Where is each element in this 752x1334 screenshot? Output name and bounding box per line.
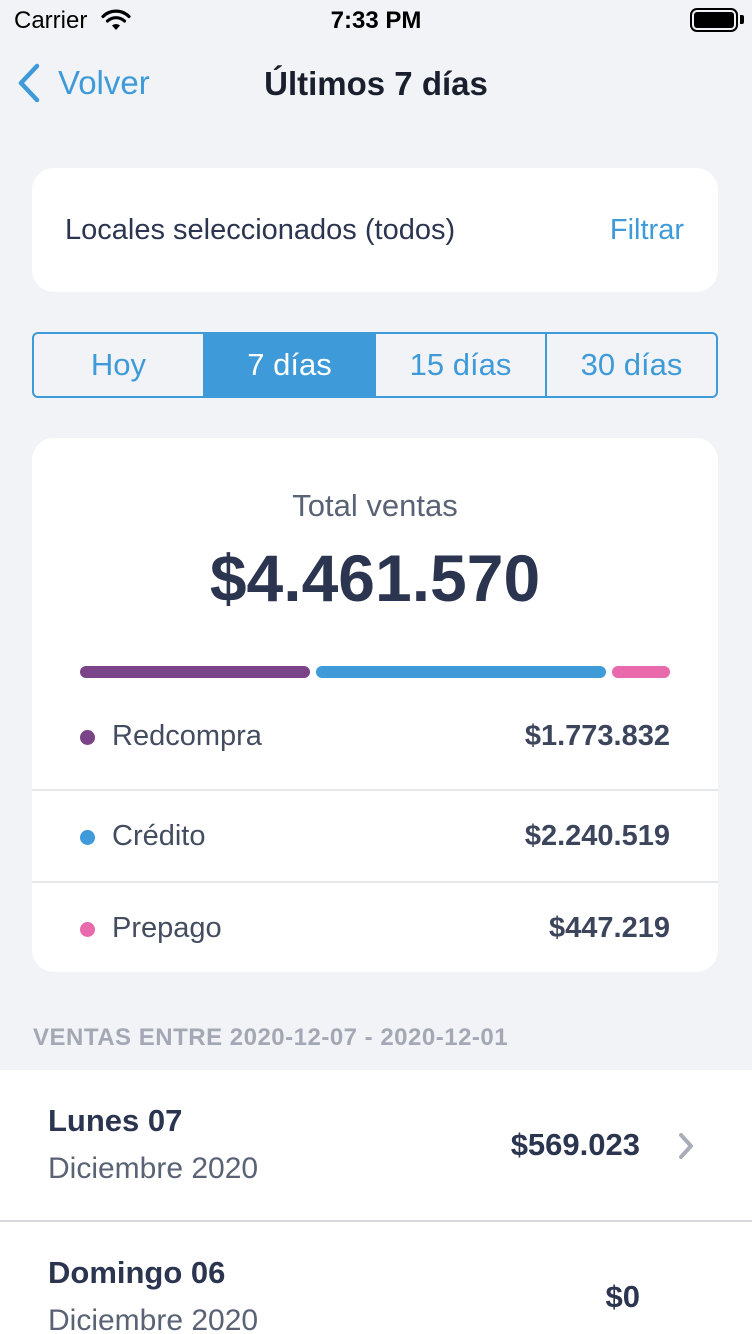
day-month: Diciembre 2020	[48, 1304, 259, 1334]
payment-row-prepago: Prepago $447.219	[32, 882, 718, 974]
redcompra-dot	[80, 730, 95, 745]
page-title: Últimos 7 días	[264, 65, 488, 102]
sales-range-header: VENTAS ENTRE 2020-12-07 - 2020-12-01	[33, 1024, 509, 1051]
segment-15-dias[interactable]: 15 días	[376, 334, 547, 396]
locales-card: Locales seleccionados (todos) Filtrar	[32, 168, 718, 292]
breakdown-segment-redcompra	[80, 666, 310, 678]
day-name: Domingo 06	[48, 1255, 226, 1290]
payment-row-credito: Crédito $2.240.519	[32, 790, 718, 882]
breakdown-segment-prepago	[612, 666, 670, 678]
status-bar: Carrier 7:33 PM	[0, 0, 752, 42]
list-item[interactable]: Domingo 06 Diciembre 2020 $0	[0, 1222, 752, 1334]
status-time: 7:33 PM	[330, 7, 422, 34]
day-name: Lunes 07	[48, 1103, 183, 1138]
payment-row-redcompra: Redcompra $1.773.832	[32, 690, 718, 782]
prepago-dot	[80, 922, 95, 937]
segment-hoy[interactable]: Hoy	[34, 334, 205, 396]
segment-7-dias[interactable]: 7 días	[205, 334, 376, 396]
chevron-right-icon	[679, 1133, 693, 1159]
day-amount: $0	[605, 1279, 640, 1314]
locales-label: Locales seleccionados (todos)	[65, 214, 456, 246]
day-month: Diciembre 2020	[48, 1152, 259, 1185]
period-segmented-control: Hoy 7 días 15 días 30 días	[32, 332, 718, 398]
day-amount: $569.023	[510, 1127, 640, 1162]
payment-amount: $2.240.519	[524, 820, 670, 852]
payment-amount: $447.219	[549, 912, 670, 944]
payment-name: Crédito	[112, 820, 206, 852]
total-sales-label: Total ventas	[292, 488, 458, 523]
daily-sales-list: Lunes 07 Diciembre 2020 $569.023 Domingo…	[0, 1070, 752, 1334]
payment-name: Prepago	[112, 912, 222, 944]
breakdown-segment-crdito	[315, 666, 607, 678]
payment-breakdown-bar	[80, 666, 670, 678]
battery-cap	[740, 15, 744, 24]
payment-amount: $1.773.832	[524, 720, 670, 752]
payment-name: Redcompra	[112, 720, 262, 752]
segment-30-dias[interactable]: 30 días	[547, 334, 716, 396]
filter-button[interactable]: Filtrar	[610, 214, 684, 247]
total-sales-value: $4.461.570	[209, 541, 541, 615]
list-item[interactable]: Lunes 07 Diciembre 2020 $569.023	[0, 1070, 752, 1222]
navigation-bar: Volver Últimos 7 días	[0, 50, 752, 118]
battery-icon	[690, 8, 738, 32]
credito-dot	[80, 830, 95, 845]
total-sales-card: Total ventas $4.461.570 Redcompra $1.773…	[32, 438, 718, 972]
